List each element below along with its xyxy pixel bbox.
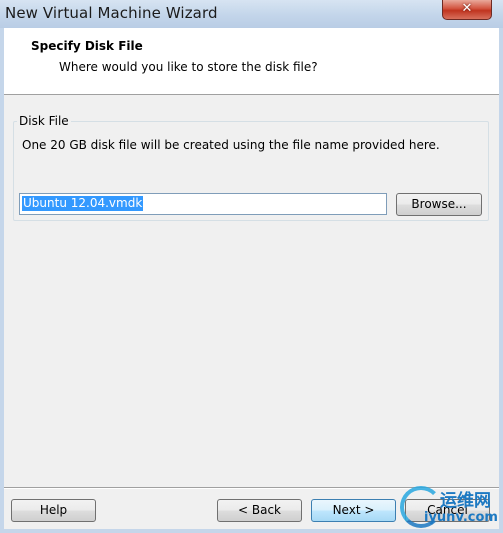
footer-separator — [4, 487, 499, 489]
window-frame-bottom — [0, 529, 503, 533]
close-icon: ✕ — [461, 1, 473, 16]
next-button-label: Next > — [332, 503, 375, 517]
title-bar[interactable]: New Virtual Machine Wizard ✕ — [0, 0, 503, 28]
page-title: Specify Disk File — [31, 39, 143, 53]
wizard-header: Specify Disk File Where would you like t… — [4, 28, 499, 95]
back-button[interactable]: < Back — [217, 499, 302, 522]
disk-filename-value: Ubuntu 12.04.vmdk — [22, 196, 144, 211]
back-button-label: < Back — [237, 503, 281, 517]
next-button[interactable]: Next > — [311, 499, 396, 522]
cancel-button-label: Cancel — [427, 503, 468, 517]
help-button[interactable]: Help — [11, 499, 96, 522]
cancel-button[interactable]: Cancel — [405, 499, 490, 522]
window-frame-left — [0, 28, 4, 533]
browse-button[interactable]: Browse... — [396, 193, 482, 216]
window-title: New Virtual Machine Wizard — [5, 4, 218, 22]
window-frame-right — [499, 28, 503, 533]
help-button-label: Help — [39, 503, 68, 517]
close-button[interactable]: ✕ — [442, 0, 492, 20]
page-subtitle: Where would you like to store the disk f… — [59, 60, 318, 74]
browse-button-label: Browse... — [411, 197, 467, 211]
disk-file-description: One 20 GB disk file will be created usin… — [22, 138, 440, 152]
wizard-window: New Virtual Machine Wizard ✕ Specify Dis… — [0, 0, 503, 533]
disk-file-group-label: Disk File — [17, 114, 71, 128]
disk-filename-input[interactable]: Ubuntu 12.04.vmdk — [19, 193, 387, 215]
